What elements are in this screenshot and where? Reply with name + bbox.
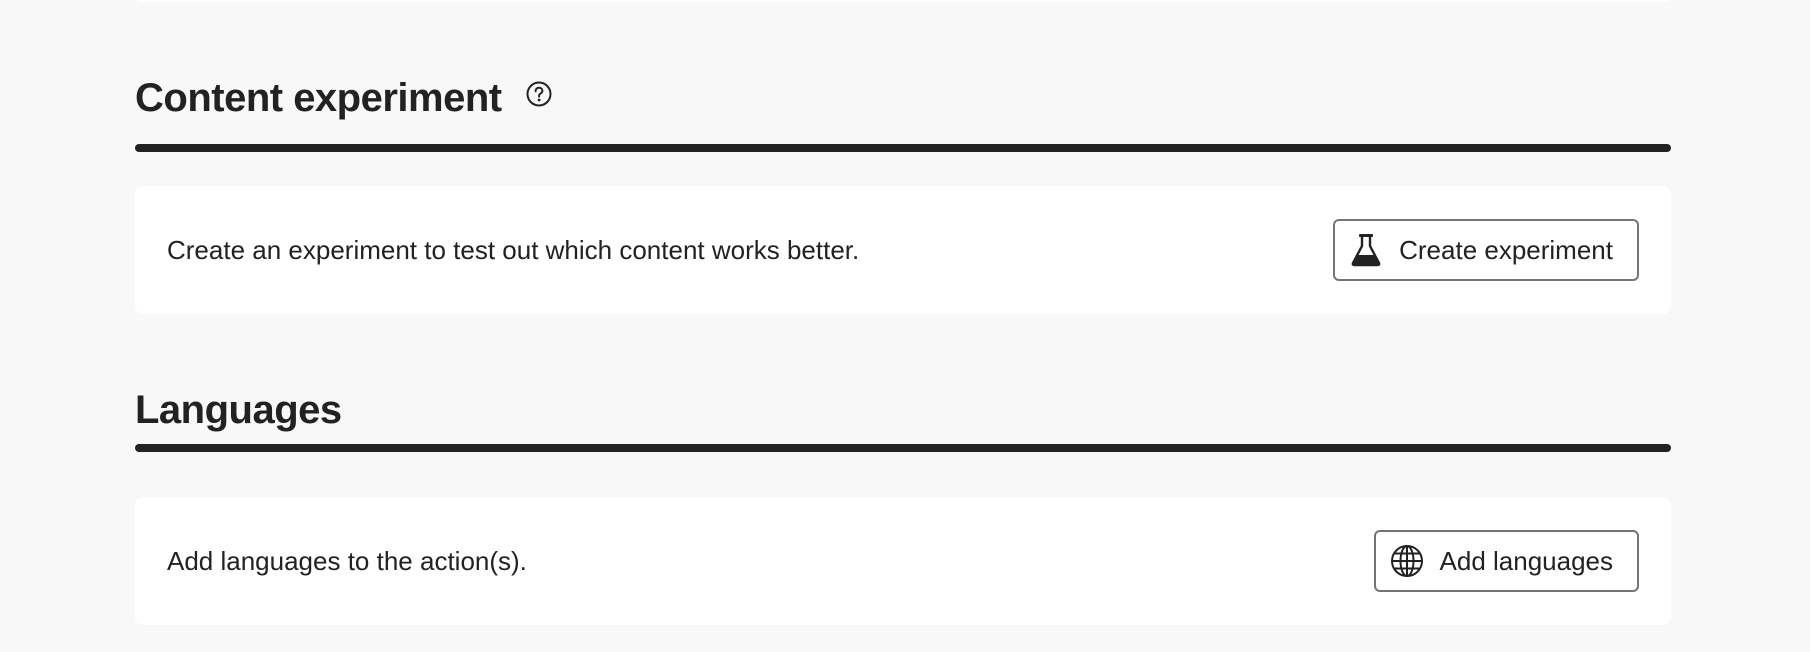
content-experiment-title-row: Content experiment	[135, 74, 1671, 122]
languages-divider	[135, 444, 1671, 452]
content-experiment-header: Content experiment	[135, 74, 1671, 152]
languages-header: Languages	[135, 386, 1671, 452]
add-languages-button[interactable]: Add languages	[1373, 530, 1639, 592]
languages-description: Add languages to the action(s).	[167, 545, 527, 576]
content-experiment-description: Create an experiment to test out which c…	[167, 234, 860, 265]
page: Content experiment Create an experiment …	[0, 0, 1810, 652]
create-experiment-label: Create experiment	[1399, 234, 1613, 265]
content-experiment-card: Create an experiment to test out which c…	[135, 186, 1671, 314]
previous-section-card	[135, 0, 1671, 2]
languages-title: Languages	[135, 388, 342, 432]
languages-card: Add languages to the action(s). Add lang…	[135, 497, 1671, 625]
help-circle-icon[interactable]	[526, 81, 552, 107]
globe-icon	[1390, 544, 1424, 578]
create-experiment-button[interactable]: Create experiment	[1333, 219, 1639, 281]
beaker-icon	[1349, 233, 1383, 267]
content-experiment-title: Content experiment	[135, 76, 502, 120]
content-experiment-divider	[135, 144, 1671, 152]
add-languages-label: Add languages	[1439, 545, 1613, 576]
languages-title-row: Languages	[135, 386, 1671, 434]
